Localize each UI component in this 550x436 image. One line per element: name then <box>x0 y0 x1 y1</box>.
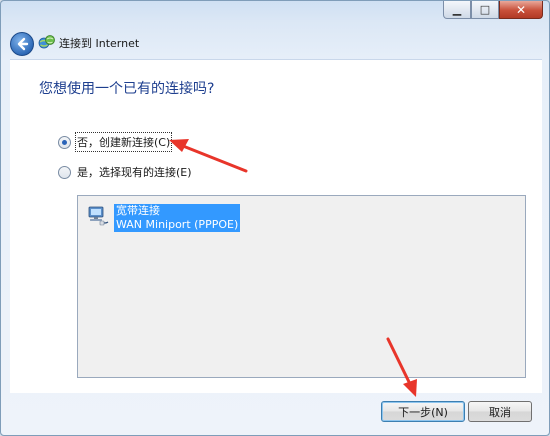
annotation-arrow-next <box>386 337 417 397</box>
annotation-arrows <box>169 139 417 397</box>
annotation-arrow-option <box>169 139 248 173</box>
